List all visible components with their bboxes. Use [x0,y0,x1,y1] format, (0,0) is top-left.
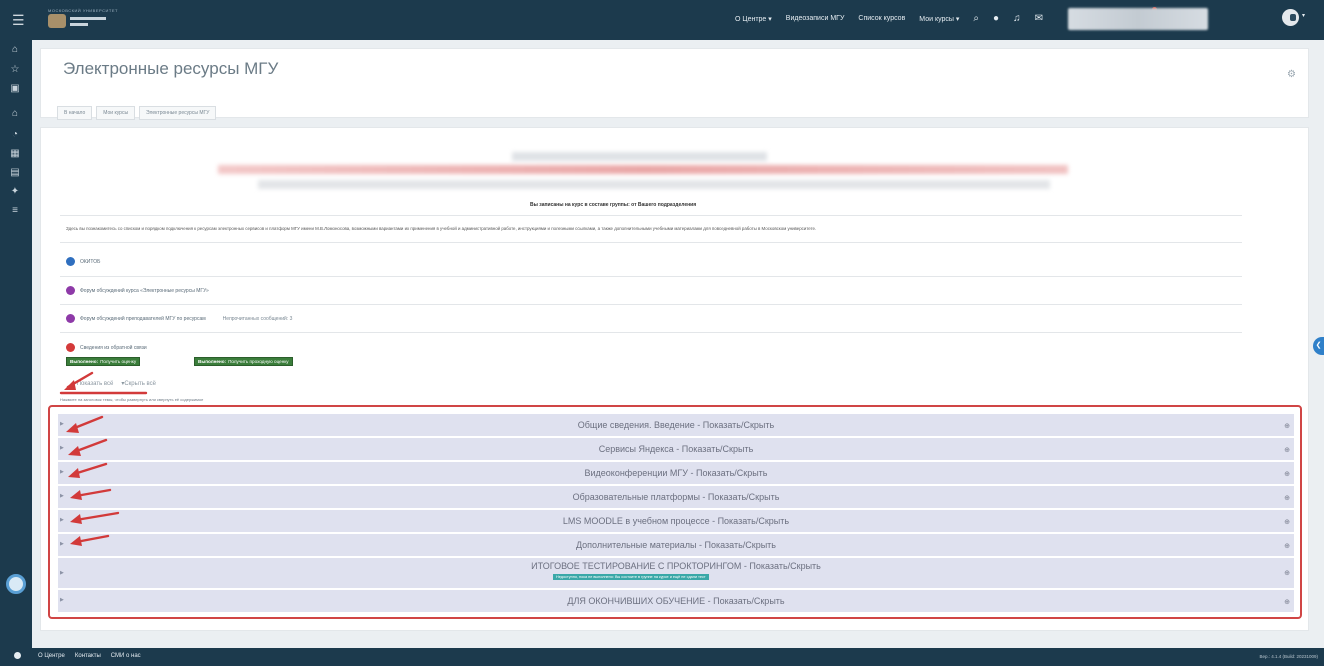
section-header[interactable]: ▶ Образовательные платформы - Показать/С… [58,486,1294,509]
page-header: Электронные ресурсы МГУ В начало Мои кур… [40,48,1309,120]
main-nav: О Центре ▾ Видеозаписи МГУ Список курсов… [735,13,1043,24]
divider [60,276,1242,277]
activity-course-forum[interactable]: Форум обсуждений курса «Электронные ресу… [66,286,209,295]
section-header[interactable]: ▶ Видеоконференции МГУ - Показать/Скрыть… [58,462,1294,485]
expand-toggle-icon[interactable]: ⊕ [1284,422,1290,430]
dashboard-icon[interactable]: ⌂ [9,108,21,120]
site-logo[interactable]: МОСКОВСКИЙ УНИВЕРСИТЕТ [48,8,118,32]
activity-teachers-forum[interactable]: Форум обсуждений преподавателей МГУ по р… [66,314,292,323]
section-toggle-controls: ▸ Показать всё ▾Скрыть всё [72,380,156,387]
nav-item-about[interactable]: О Центре ▾ [735,15,772,23]
nav-item-courses[interactable]: Список курсов [858,15,905,22]
expand-toggle-icon[interactable]: ⊕ [1284,470,1290,478]
course-intro: Здесь вы познакомитесь со списком и поря… [66,226,817,231]
expand-toggle-icon[interactable]: ⊕ [1284,518,1290,526]
footer-link-contacts[interactable]: Контакты [75,653,101,659]
logo-caption: МОСКОВСКИЙ УНИВЕРСИТЕТ [48,8,118,13]
message-icon[interactable]: ✉ [1035,13,1043,24]
section-header[interactable]: ▶ Общие сведения. Введение - Показать/Ск… [58,414,1294,437]
page-title: Электронные ресурсы МГУ [63,59,279,78]
top-navbar: ☰ МОСКОВСКИЙ УНИВЕРСИТЕТ О Центре ▾ Виде… [0,0,1324,40]
nav-item-my-courses[interactable]: Мои курсы ▾ [919,15,959,23]
files-icon[interactable]: ▤ [9,167,21,179]
redacted-banner-line [512,152,767,161]
chat-widget-button[interactable] [6,574,26,594]
expand-toggle-icon[interactable]: ⊕ [1284,446,1290,454]
home-icon[interactable]: ⌂ [9,44,21,56]
drawer-toggle-button[interactable]: ❮ [1313,337,1324,355]
divider [60,242,1242,243]
section-header[interactable]: ▶ ДЛЯ ОКОНЧИВШИХ ОБУЧЕНИЕ - Показать/Скр… [58,590,1294,613]
hide-all-link[interactable]: ▾Скрыть всё [121,380,156,387]
chevron-down-icon[interactable]: ▾ [1302,12,1305,19]
activity-okitob[interactable]: ОКИТОБ [66,257,100,266]
section-header[interactable]: ▶ LMS MOODLE в учебном процессе - Показа… [58,510,1294,533]
show-all-link[interactable]: ▸ Показать всё [72,380,113,387]
section-header[interactable]: ▶ ИТОГОВОЕ ТЕСТИРОВАНИЕ С ПРОКТОРИНГОМ -… [58,558,1294,589]
footer-link-about[interactable]: О Центре [38,653,65,659]
unread-count: Непрочитанных сообщений: 3 [222,315,293,322]
avatar[interactable] [1282,9,1299,26]
user-name-redacted[interactable] [1068,8,1208,30]
breadcrumb: В начало Мои курсы Электронные ресурсы М… [57,106,217,120]
forum-icon [66,286,75,295]
expand-toggle-icon[interactable]: ⊕ [1284,542,1290,550]
time-icon[interactable]: ◔ [9,129,21,141]
redacted-banner-line [218,165,1068,174]
nav-item-videos[interactable]: Видеозаписи МГУ [786,15,845,22]
toggle-hint: Нажмите на заголовок темы, чтобы разверн… [60,397,204,402]
url-icon [66,257,75,266]
info-icon[interactable] [14,652,21,659]
star-icon[interactable]: ☆ [9,64,21,76]
completion-badge: Выполнено: Получить оценку [66,357,141,366]
section-header[interactable]: ▶ Дополнительные материалы - Показать/Ск… [58,534,1294,557]
list-icon[interactable]: ≡ [9,205,21,217]
bell-icon[interactable]: ♫ [1013,13,1021,24]
forum-icon [66,314,75,323]
footer-link-press[interactable]: СМИ о нас [111,653,141,659]
logo-crest-icon [48,14,66,28]
version-label: Вер.: 4.1.4 (Build: 20231009) [1259,654,1318,659]
left-rail: ⌂ ☆ ▣ ⌂ ◔ ▦ ▤ ✦ ≡ [0,40,32,648]
expand-toggle-icon[interactable]: ⊕ [1284,598,1290,606]
expand-toggle-icon[interactable]: ⊕ [1284,569,1290,577]
gear-icon[interactable]: ⚙ [1287,69,1296,80]
divider [60,332,1242,333]
feedback-icon [66,343,75,352]
redacted-banner-line [258,180,1050,189]
course-sections: ▶ Общие сведения. Введение - Показать/Ск… [48,405,1302,619]
search-icon[interactable]: ⌕ [973,13,979,24]
course-icon[interactable]: ▣ [9,83,21,95]
divider [60,215,1242,216]
completion-badge: Выполнено: Получить проходную оценку [194,357,293,366]
breadcrumb-home[interactable]: В начало [57,106,93,120]
restriction-badge: Недоступно, пока не выполнено: Вы состои… [553,574,709,580]
footer-links: О Центре Контакты СМИ о нас [38,653,141,659]
calendar-icon[interactable]: ▦ [9,148,21,160]
divider [60,304,1242,305]
activity-feedback[interactable]: Сведения из обратной связи [66,343,147,352]
footer: О Центре Контакты СМИ о нас Вер.: 4.1.4 … [0,648,1324,666]
menu-icon[interactable]: ☰ [12,12,25,29]
breadcrumb-course[interactable]: Электронные ресурсы МГУ [139,106,217,120]
badge-icon[interactable]: ✦ [9,186,21,198]
globe-icon[interactable]: ● [993,13,999,24]
breadcrumb-my-courses[interactable]: Мои курсы [96,106,136,120]
enrolment-notice: Вы записаны на курс в составе группы: от… [530,202,697,208]
section-header[interactable]: ▶ Сервисы Яндекса - Показать/Скрыть ⊕ [58,438,1294,461]
expand-toggle-icon[interactable]: ⊕ [1284,494,1290,502]
